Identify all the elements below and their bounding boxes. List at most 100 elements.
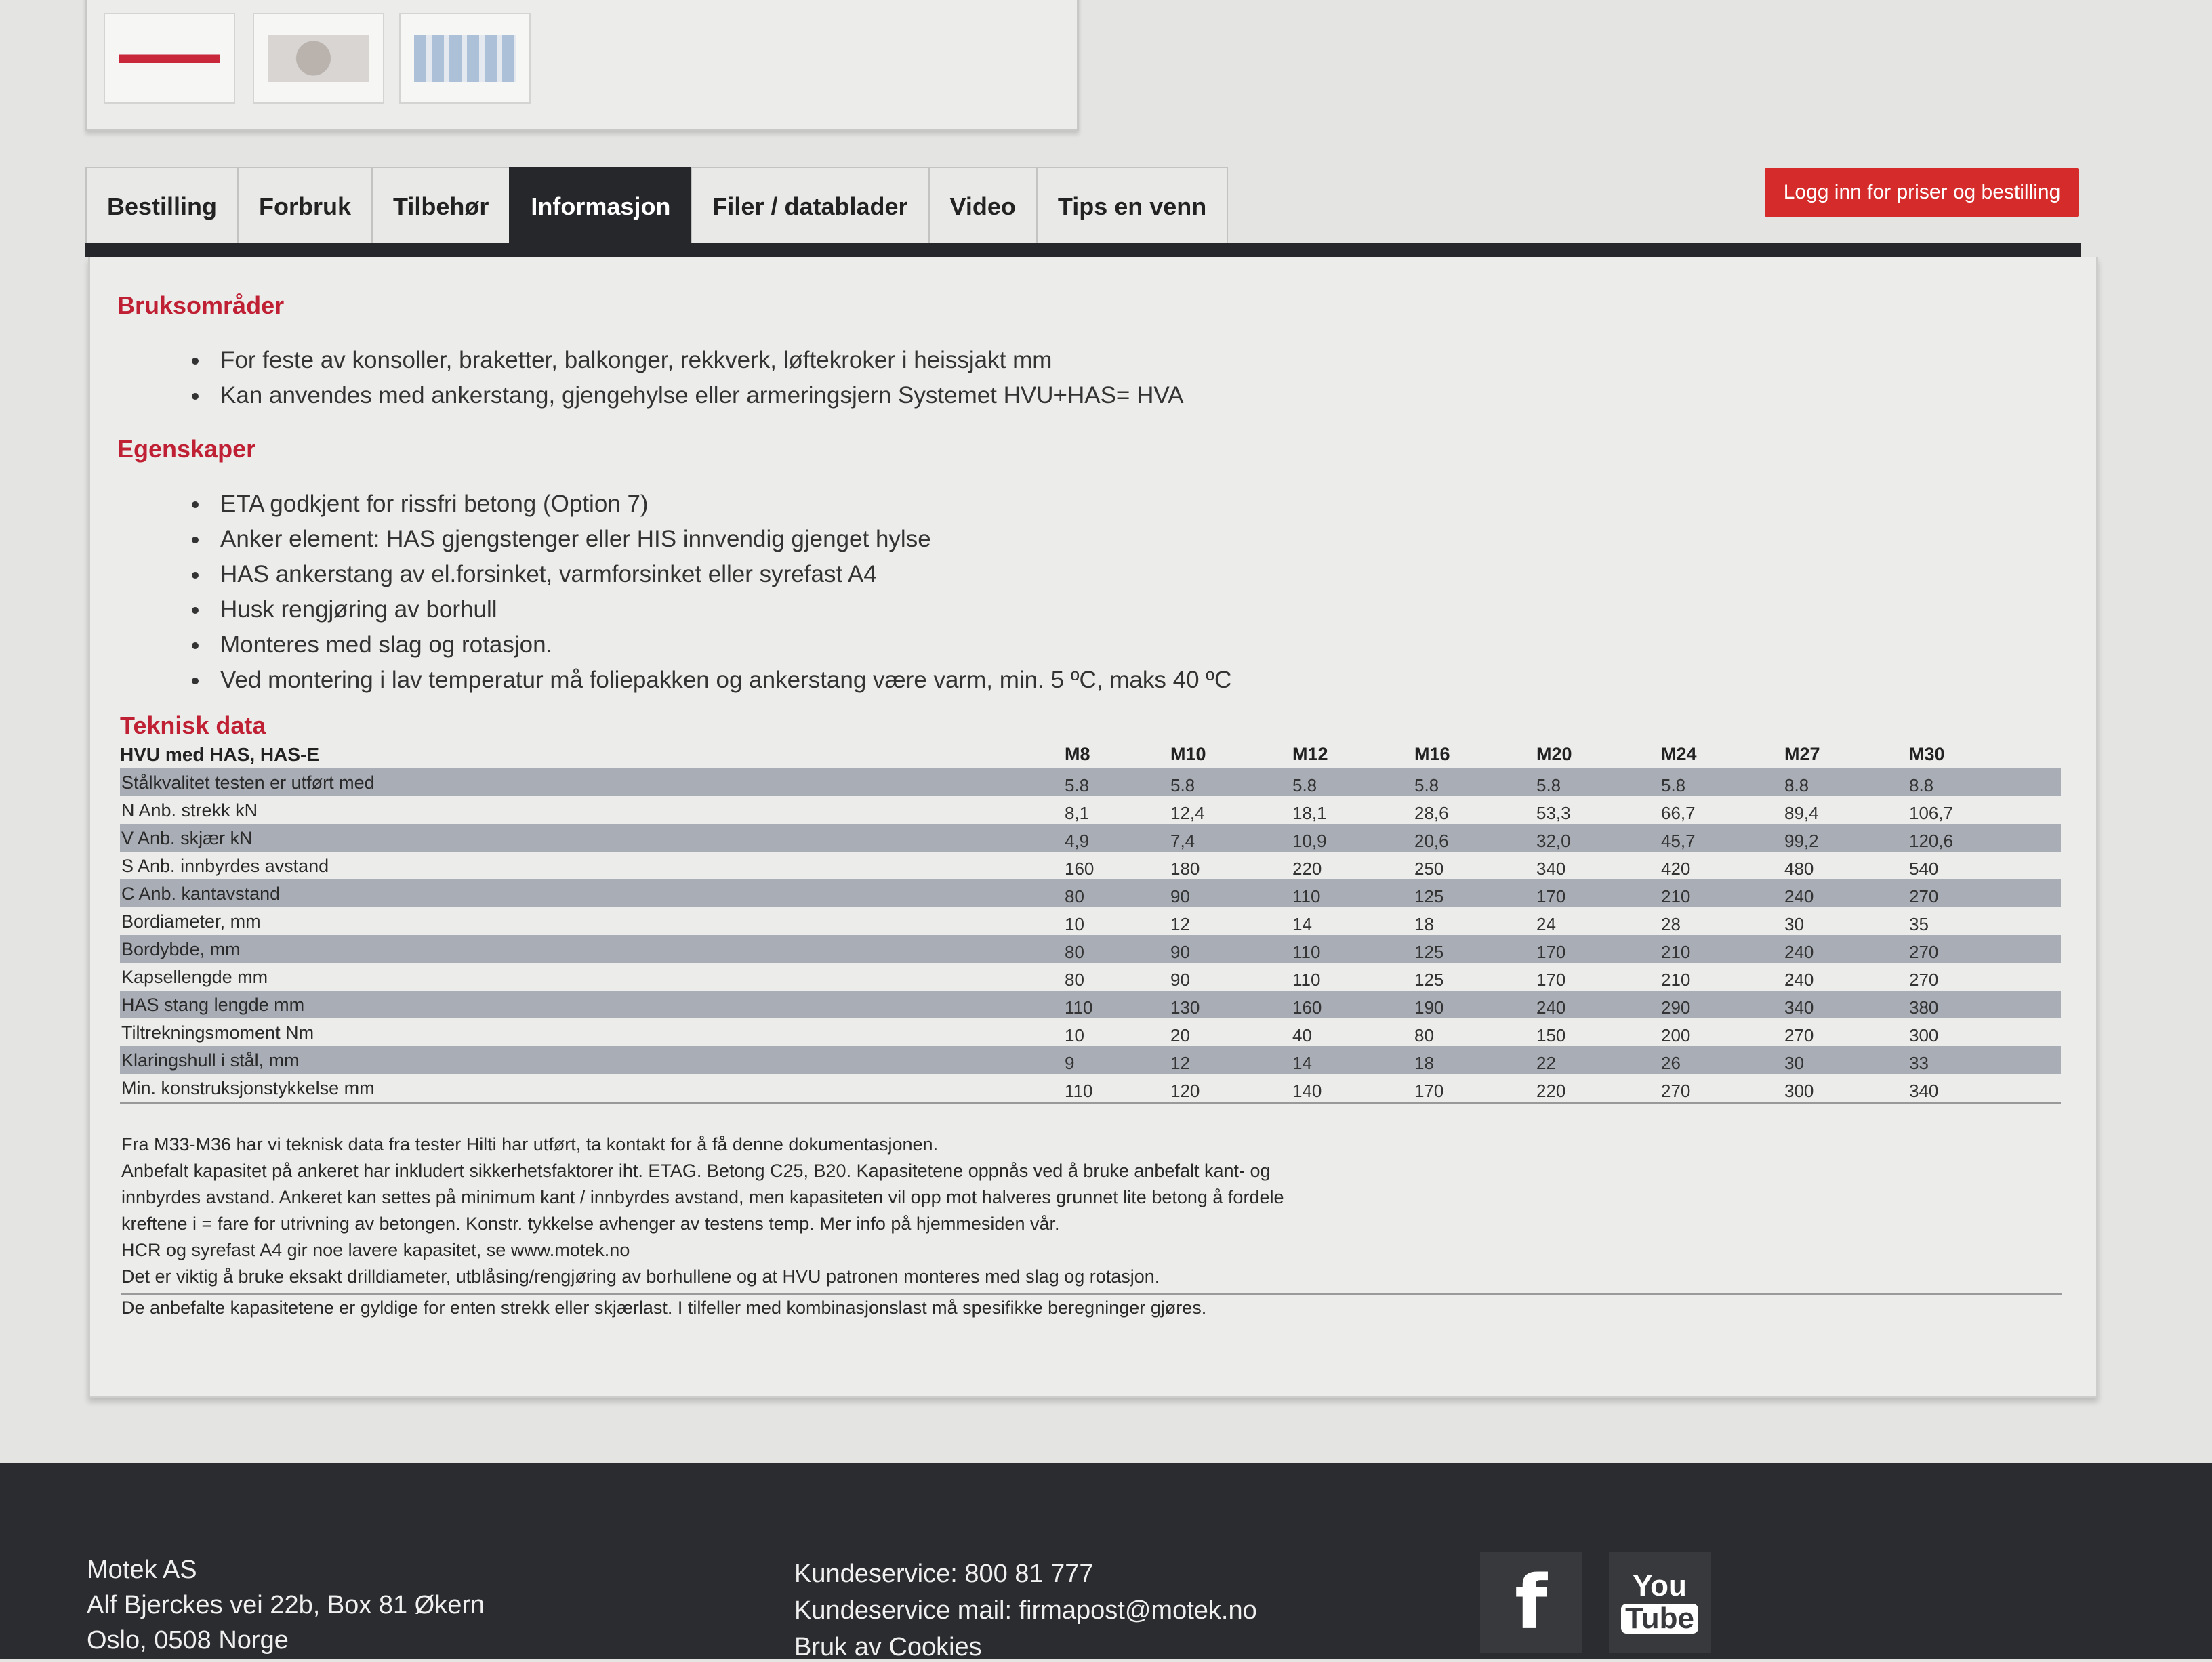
tab-video[interactable]: Video (928, 167, 1036, 247)
note-line: Anbefalt kapasitet på ankeret har inklud… (121, 1161, 1271, 1181)
product-thumbnail-1[interactable] (104, 13, 235, 104)
table-cell: 270 (1909, 970, 1939, 990)
table-cell: 99,2 (1784, 831, 1819, 851)
tab-informasjon[interactable]: Informasjon (509, 167, 691, 247)
table-cell: 200 (1661, 1025, 1691, 1045)
table-cell: 5.8 (1065, 775, 1090, 795)
table-cell: 12 (1170, 914, 1190, 934)
note-line: HCR og syrefast A4 gir noe lavere kapasi… (121, 1240, 630, 1260)
table-header-label: HVU med HAS, HAS-E (120, 744, 320, 765)
table-cell: 160 (1065, 858, 1094, 879)
tab-tilbehor[interactable]: Tilbehør (371, 167, 510, 247)
row-label: N Anb. strekk kN (121, 800, 258, 820)
table-cell: 35 (1909, 914, 1929, 934)
table-cell: 120,6 (1909, 831, 1954, 851)
table-cell: 12,4 (1170, 803, 1205, 823)
table-row: Stålkvalitet testen er utført med 5.8 5.8 5… (120, 768, 2061, 796)
row-label: Klaringshull i stål, mm (121, 1050, 300, 1071)
table-cell: 106,7 (1909, 803, 1954, 823)
table-cell: 210 (1661, 886, 1691, 907)
table-cell: 5.8 (1414, 775, 1439, 795)
table-cell: 380 (1909, 997, 1939, 1018)
table-cell: 8,1 (1065, 803, 1090, 823)
tab-bestilling[interactable]: Bestilling (85, 167, 238, 247)
tab-forbruk[interactable]: Forbruk (237, 167, 372, 247)
product-thumbnail-3[interactable] (399, 13, 531, 104)
product-tabs: Bestilling Forbruk Tilbehør Informasjon … (85, 167, 1229, 247)
table-cell: 5.8 (1292, 775, 1317, 795)
footer-cookies-link[interactable]: Bruk av Cookies (794, 1633, 982, 1662)
column-header-m8: M8 (1065, 744, 1090, 764)
table-cell: 80 (1414, 1025, 1434, 1045)
footer-kundeservice-mail[interactable]: Kundeservice mail: firmapost@motek.no (794, 1596, 1257, 1625)
table-cell: 480 (1784, 858, 1814, 879)
table-cell: 90 (1170, 886, 1190, 907)
note-line: De anbefalte kapasitetene er gyldige for… (121, 1297, 1207, 1318)
table-cell: 190 (1414, 997, 1444, 1018)
row-label: Bordiameter, mm (121, 911, 261, 932)
table-cell: 30 (1784, 1053, 1804, 1073)
row-label: C Anb. kantavstand (121, 884, 281, 904)
table-cell: 420 (1661, 858, 1691, 879)
table-row: HAS stang lengde mm 110 130 160 190 240 290 340… (120, 991, 2061, 1018)
table-cell: 340 (1784, 997, 1814, 1018)
table-cell: 90 (1170, 970, 1190, 990)
row-label: Tiltrekningsmoment Nm (121, 1022, 314, 1043)
table-cell: 125 (1414, 970, 1444, 990)
product-thumbnail-2[interactable] (253, 13, 384, 104)
thumbnail-image (414, 35, 516, 82)
row-label: S Anb. innbyrdes avstand (121, 856, 329, 876)
table-cell: 18 (1414, 914, 1434, 934)
table-cell: 170 (1536, 886, 1566, 907)
table-cell: 12 (1170, 1053, 1190, 1073)
table-cell: 20,6 (1414, 831, 1449, 851)
column-header-m24: M24 (1661, 744, 1697, 764)
table-cell: 32,0 (1536, 831, 1571, 851)
table-cell: 10 (1065, 914, 1084, 934)
facebook-glyph: f (1515, 1559, 1547, 1646)
table-row: C Anb. kantavstand 80 90 110 125 170 210 240 270 (120, 879, 2061, 907)
list-item: Ved montering i lav temperatur må foliep… (192, 663, 1231, 698)
table-cell: 110 (1065, 1081, 1093, 1101)
table-cell: 5.8 (1536, 775, 1561, 795)
table-cell: 125 (1414, 886, 1444, 907)
table-cell: 45,7 (1661, 831, 1696, 851)
table-cell: 140 (1292, 1081, 1322, 1101)
table-cell: 170 (1536, 970, 1566, 990)
table-cell: 540 (1909, 858, 1939, 879)
table-cell: 270 (1661, 1081, 1691, 1101)
tab-tips-en-venn[interactable]: Tips en venn (1036, 167, 1229, 247)
thumbnail-image (268, 35, 369, 82)
row-label: V Anb. skjær kN (121, 828, 253, 848)
table-cell: 80 (1065, 942, 1084, 962)
note-line: Fra M33-M36 har vi teknisk data fra test… (121, 1134, 939, 1155)
list-item: For feste av konsoller, braketter, balko… (192, 343, 1183, 378)
table-row: S Anb. innbyrdes avstand 160 180 220 250 340 4… (120, 852, 2061, 879)
footer-company: Motek AS (87, 1556, 197, 1584)
column-header-m10: M10 (1170, 744, 1206, 764)
table-cell: 270 (1784, 1025, 1814, 1045)
column-header-m30: M30 (1909, 744, 1945, 764)
tech-data-table: Teknisk data HVU med HAS, HAS-E M8 M10 M12… (120, 711, 2061, 1104)
table-cell: 130 (1170, 997, 1200, 1018)
table-cell: 8.8 (1784, 775, 1809, 795)
table-cell: 300 (1784, 1081, 1814, 1101)
footer-kundeservice-phone[interactable]: Kundeservice: 800 81 777 (794, 1560, 1094, 1589)
table-cell: 110 (1065, 997, 1093, 1018)
table-cell: 110 (1292, 942, 1321, 962)
login-for-prices-button[interactable]: Logg inn for priser og bestilling (1765, 168, 2079, 217)
list-item: Monteres med slag og rotasjon. (192, 627, 1231, 663)
youtube-icon[interactable]: You Tube (1609, 1552, 1711, 1653)
tech-data-title: Teknisk data (120, 711, 266, 739)
info-panel: Bruksområder For feste av konsoller, bra… (88, 257, 2098, 1398)
table-cell: 18,1 (1292, 803, 1327, 823)
table-cell: 150 (1536, 1025, 1566, 1045)
table-cell: 90 (1170, 942, 1190, 962)
facebook-icon[interactable]: f (1480, 1552, 1582, 1653)
table-row: Tiltrekningsmoment Nm 10 20 40 80 150 200 270 30… (120, 1018, 2061, 1046)
table-cell: 180 (1170, 858, 1200, 879)
tech-data-body: Stålkvalitet testen er utført med 5.8 5.8 5… (120, 768, 2061, 1104)
tab-filer-datablader[interactable]: Filer / datablader (691, 167, 928, 247)
list-item: Husk rengjøring av borhull (192, 592, 1231, 627)
table-cell: 80 (1065, 970, 1084, 990)
